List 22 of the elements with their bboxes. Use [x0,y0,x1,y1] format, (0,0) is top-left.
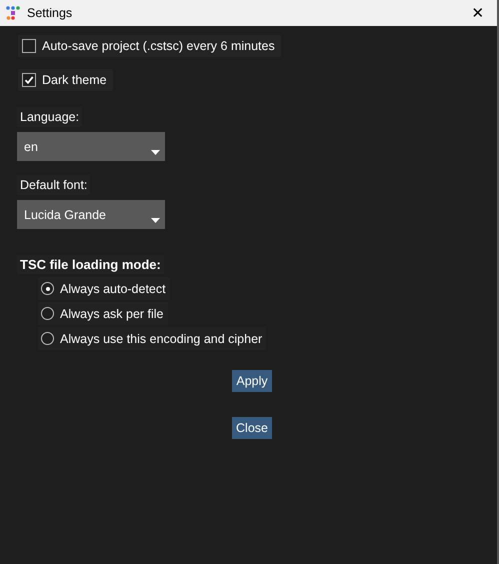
close-icon[interactable]: ✕ [463,4,493,22]
radio-button[interactable] [41,282,54,295]
apply-button[interactable]: Apply [232,370,272,392]
window-title: Settings [27,6,74,20]
radio-button[interactable] [41,307,54,320]
caret-icon [151,218,160,223]
radio-button[interactable] [41,332,54,345]
radio-label: Always use this encoding and cipher [60,332,262,346]
field-label: Default font: [17,175,90,195]
close-button[interactable]: Close [232,417,272,439]
checkbox-label: Dark theme [42,73,107,87]
radio-label: Always ask per file [60,306,164,320]
dropdown[interactable]: en [17,132,165,161]
radio-label: Always auto-detect [60,282,166,296]
section-heading: TSC file loading mode: [17,255,164,274]
caret-icon [151,150,160,155]
dropdown[interactable]: Lucida Grande [17,200,165,229]
checkbox[interactable] [22,73,36,87]
checkbox[interactable] [22,39,36,53]
checkbox-label: Auto-save project (.cstsc) every 6 minutes [42,39,275,53]
field-label: Language: [17,107,82,127]
app-icon [6,6,20,20]
